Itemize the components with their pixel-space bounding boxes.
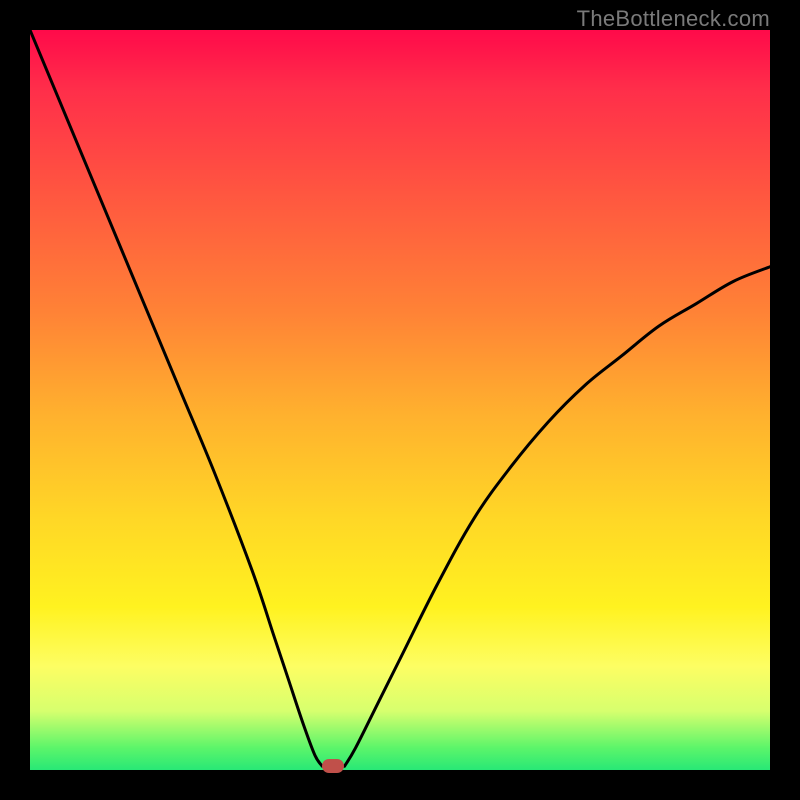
optimal-marker <box>322 759 344 773</box>
curve-layer <box>30 30 770 770</box>
watermark-text: TheBottleneck.com <box>577 6 770 32</box>
bottleneck-curve <box>30 30 770 766</box>
outer-frame: TheBottleneck.com <box>0 0 800 800</box>
plot-area <box>30 30 770 770</box>
